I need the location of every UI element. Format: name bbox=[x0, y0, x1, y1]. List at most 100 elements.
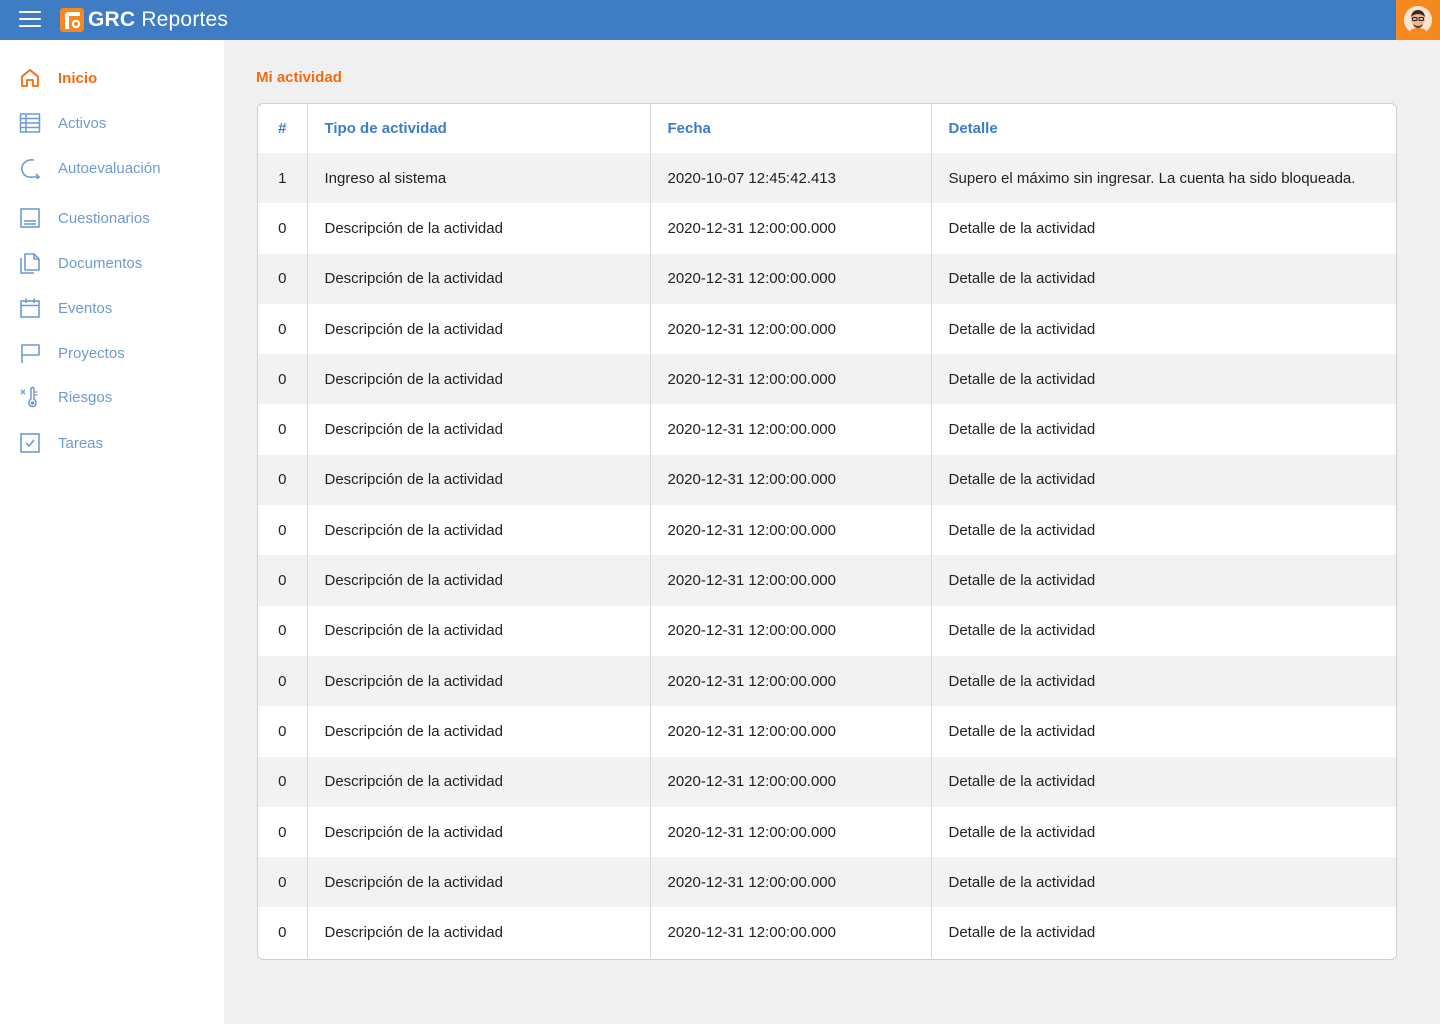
home-icon bbox=[21, 69, 39, 87]
menu-icon[interactable] bbox=[19, 11, 41, 29]
app-logo[interactable]: GRC Reportes bbox=[60, 7, 228, 33]
page-title: Mi actividad bbox=[256, 69, 342, 86]
cell-date: 2020-12-31 12:00:00.000 bbox=[649, 505, 931, 556]
questionnaire-icon bbox=[20, 208, 40, 228]
cell-date: 2020-12-31 12:00:00.000 bbox=[649, 605, 931, 656]
cell-number: 1 bbox=[278, 169, 287, 187]
cell-date: 2020-12-31 12:00:00.000 bbox=[649, 253, 931, 304]
sidebar-item-label: Documentos bbox=[58, 254, 143, 272]
cell-number: 0 bbox=[278, 924, 287, 942]
cell-date: 2020-12-31 12:00:00.000 bbox=[649, 354, 931, 405]
sidebar-item-tareas[interactable]: Tareas bbox=[0, 423, 224, 463]
sidebar-item-label: Activos bbox=[58, 114, 107, 132]
cell-number: 0 bbox=[278, 521, 287, 539]
self-assessment-icon bbox=[20, 159, 41, 179]
table-row[interactable]: 0 Descripción de la actividad 2020-12-31 1… bbox=[258, 303, 1396, 355]
cell-number: 0 bbox=[278, 370, 287, 388]
cell-number: 0 bbox=[278, 421, 287, 439]
sidebar-item-label: Autoevaluación bbox=[58, 159, 161, 177]
calendar-icon bbox=[20, 298, 40, 318]
table-row[interactable]: 0 Descripción de la actividad 2020-12-31 1… bbox=[258, 505, 1396, 556]
user-avatar-button[interactable] bbox=[1396, 0, 1440, 40]
sidebar-item-proyectos[interactable]: Proyectos bbox=[0, 333, 224, 373]
column-header-detail[interactable]: Detalle bbox=[930, 104, 1396, 153]
cell-date: 2020-12-31 12:00:00.000 bbox=[649, 454, 931, 506]
column-header-date[interactable]: Fecha bbox=[649, 104, 931, 153]
app-title-rest: Reportes bbox=[141, 8, 229, 31]
activity-table: # Tipo de actividad Fecha Detalle 1 Ingre… bbox=[258, 104, 1396, 958]
sidebar-item-autoevaluacion[interactable]: Autoevaluación bbox=[0, 148, 224, 188]
table-row[interactable]: 0 Descripción de la actividad 2020-12-31 1… bbox=[258, 605, 1396, 656]
cell-number: 0 bbox=[278, 722, 287, 740]
cell-detail: Detalle de la actividad bbox=[930, 706, 1396, 757]
sidebar: Inicio Activos Autoevaluación Cuestionar… bbox=[0, 40, 224, 1024]
sidebar-item-cuestionarios[interactable]: Cuestionarios bbox=[0, 198, 224, 238]
cell-date: 2020-12-31 12:00:00.000 bbox=[649, 303, 931, 355]
sidebar-item-label: Inicio bbox=[58, 69, 98, 87]
cell-number: 0 bbox=[278, 773, 287, 791]
cell-activity-type: Descripción de la actividad bbox=[306, 706, 650, 757]
sidebar-item-documentos[interactable]: Documentos bbox=[0, 243, 224, 283]
cell-detail: Detalle de la actividad bbox=[930, 454, 1396, 506]
cell-activity-type: Descripción de la actividad bbox=[306, 907, 650, 958]
cell-activity-type: Descripción de la actividad bbox=[306, 404, 650, 455]
column-header-activity-type[interactable]: Tipo de actividad bbox=[306, 104, 650, 153]
cell-date: 2020-12-31 12:00:00.000 bbox=[649, 655, 931, 707]
grc-logo-icon bbox=[60, 8, 84, 32]
cell-number: 0 bbox=[278, 572, 287, 590]
table-row[interactable]: 0 Descripción de la actividad 2020-12-31 1… bbox=[258, 706, 1396, 757]
column-header-number[interactable]: # bbox=[258, 104, 307, 153]
checkbox-icon bbox=[20, 433, 40, 453]
table-row[interactable]: 0 Descripción de la actividad 2020-12-31 1… bbox=[258, 253, 1396, 304]
activity-table-card: # Tipo de actividad Fecha Detalle 1 Ingre… bbox=[257, 103, 1397, 960]
sidebar-item-eventos[interactable]: Eventos bbox=[0, 288, 224, 328]
app-title-bold: GRC bbox=[88, 8, 136, 31]
sidebar-item-riesgos[interactable]: Riesgos bbox=[0, 377, 224, 417]
cell-date: 2020-12-31 12:00:00.000 bbox=[649, 706, 931, 757]
cell-activity-type: Descripción de la actividad bbox=[306, 655, 650, 707]
table-row[interactable]: 0 Descripción de la actividad 2020-12-31 1… bbox=[258, 756, 1396, 807]
cell-number: 0 bbox=[278, 471, 287, 489]
sidebar-item-label: Tareas bbox=[58, 434, 104, 452]
cell-detail: Detalle de la actividad bbox=[930, 203, 1396, 254]
assets-list-icon bbox=[19, 113, 41, 133]
sidebar-item-label: Cuestionarios bbox=[58, 209, 150, 227]
cell-activity-type: Descripción de la actividad bbox=[306, 857, 650, 908]
table-row[interactable]: 0 Descripción de la actividad 2020-12-31 1… bbox=[258, 203, 1396, 254]
table-row[interactable]: 0 Descripción de la actividad 2020-12-31 1… bbox=[258, 454, 1396, 506]
cell-number: 0 bbox=[278, 219, 287, 237]
table-row[interactable]: 0 Descripción de la actividad 2020-12-31 1… bbox=[258, 857, 1396, 908]
cell-date: 2020-12-31 12:00:00.000 bbox=[649, 756, 931, 807]
cell-detail: Detalle de la actividad bbox=[930, 655, 1396, 707]
cell-detail: Detalle de la actividad bbox=[930, 354, 1396, 405]
sidebar-item-activos[interactable]: Activos bbox=[0, 103, 224, 143]
table-row[interactable]: 0 Descripción de la actividad 2020-12-31 1… bbox=[258, 354, 1396, 405]
cell-activity-type: Descripción de la actividad bbox=[306, 354, 650, 405]
table-row[interactable]: 0 Descripción de la actividad 2020-12-31 1… bbox=[258, 655, 1396, 707]
cell-date: 2020-10-07 12:45:42.413 bbox=[649, 153, 931, 204]
cell-activity-type: Ingreso al sistema bbox=[306, 153, 650, 204]
sidebar-item-inicio[interactable]: Inicio bbox=[0, 58, 224, 98]
flag-icon bbox=[21, 344, 40, 363]
top-app-bar: GRC Reportes bbox=[0, 0, 1440, 40]
cell-number: 0 bbox=[278, 823, 287, 841]
table-row[interactable]: 0 Descripción de la actividad 2020-12-31 1… bbox=[258, 907, 1396, 958]
cell-date: 2020-12-31 12:00:00.000 bbox=[649, 806, 931, 858]
cell-activity-type: Descripción de la actividad bbox=[306, 203, 650, 254]
cell-detail: Detalle de la actividad bbox=[930, 253, 1396, 304]
table-row[interactable]: 1 Ingreso al sistema 2020-10-07 12:45:42.4… bbox=[258, 153, 1396, 204]
table-row[interactable]: 0 Descripción de la actividad 2020-12-31 1… bbox=[258, 555, 1396, 606]
table-row[interactable]: 0 Descripción de la actividad 2020-12-31 1… bbox=[258, 404, 1396, 455]
table-row[interactable]: 0 Descripción de la actividad 2020-12-31 1… bbox=[258, 806, 1396, 858]
cell-detail: Detalle de la actividad bbox=[930, 555, 1396, 606]
cell-detail: Supero el máximo sin ingresar. La cuenta… bbox=[930, 153, 1396, 204]
cell-detail: Detalle de la actividad bbox=[930, 605, 1396, 656]
sidebar-item-label: Eventos bbox=[58, 299, 113, 317]
cell-activity-type: Descripción de la actividad bbox=[306, 605, 650, 656]
cell-number: 0 bbox=[278, 622, 287, 640]
table-body: 1 Ingreso al sistema 2020-10-07 12:45:42.4… bbox=[258, 153, 1396, 958]
cell-number: 0 bbox=[278, 270, 287, 288]
cell-activity-type: Descripción de la actividad bbox=[306, 303, 650, 355]
cell-activity-type: Descripción de la actividad bbox=[306, 505, 650, 556]
table-header-row: # Tipo de actividad Fecha Detalle bbox=[258, 104, 1396, 153]
